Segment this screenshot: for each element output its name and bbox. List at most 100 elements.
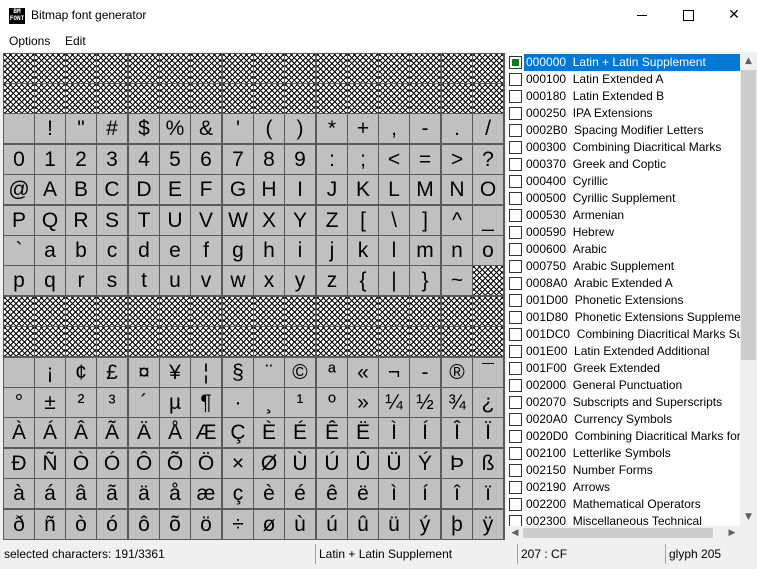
glyph-cell[interactable]: I — [285, 175, 315, 204]
glyph-cell[interactable] — [97, 84, 127, 113]
glyph-cell[interactable]: V — [191, 206, 221, 235]
subset-row[interactable]: 000180 Latin Extended B — [507, 88, 740, 105]
glyph-cell[interactable] — [348, 297, 378, 326]
glyph-cell[interactable]: w — [223, 266, 253, 295]
glyph-cell[interactable] — [379, 84, 409, 113]
glyph-cell[interactable] — [410, 297, 440, 326]
glyph-cell[interactable]: ï — [473, 479, 503, 508]
glyph-cell[interactable] — [4, 114, 34, 143]
glyph-cell[interactable]: ß — [473, 449, 503, 478]
glyph-cell[interactable]: F — [191, 175, 221, 204]
close-button[interactable]: ✕ — [711, 0, 757, 31]
glyph-cell[interactable]: Î — [442, 418, 472, 447]
glyph-cell[interactable]: \ — [379, 206, 409, 235]
glyph-cell[interactable]: 9 — [285, 145, 315, 174]
glyph-cell[interactable]: ã — [97, 479, 127, 508]
glyph-cell[interactable]: 4 — [129, 145, 159, 174]
horizontal-scrollbar[interactable]: ◀ ▶ — [507, 526, 740, 540]
subset-row[interactable]: 0020A0 Currency Symbols — [507, 411, 740, 428]
glyph-cell[interactable]: Ð — [4, 449, 34, 478]
glyph-cell[interactable]: § — [223, 358, 253, 387]
glyph-cell[interactable]: ¸ — [254, 388, 284, 417]
glyph-cell[interactable]: ê — [317, 479, 347, 508]
glyph-cell[interactable]: l — [379, 236, 409, 265]
subset-row[interactable]: 000500 Cyrillic Supplement — [507, 190, 740, 207]
glyph-cell[interactable] — [35, 54, 65, 83]
subset-row[interactable]: 001F00 Greek Extended — [507, 360, 740, 377]
glyph-cell[interactable]: ì — [379, 479, 409, 508]
glyph-cell[interactable]: ¶ — [191, 388, 221, 417]
glyph-cell[interactable]: t — [129, 266, 159, 295]
glyph-cell[interactable]: ö — [191, 510, 221, 539]
glyph-cell[interactable]: { — [348, 266, 378, 295]
glyph-cell[interactable]: - — [410, 358, 440, 387]
glyph-cell[interactable] — [442, 54, 472, 83]
subset-checkbox[interactable] — [509, 515, 522, 526]
glyph-cell[interactable]: Z — [317, 206, 347, 235]
glyph-cell[interactable]: 8 — [254, 145, 284, 174]
glyph-cell[interactable]: $ — [129, 114, 159, 143]
glyph-cell[interactable] — [285, 54, 315, 83]
glyph-cell[interactable]: n — [442, 236, 472, 265]
glyph-cell[interactable]: 3 — [97, 145, 127, 174]
glyph-cell[interactable]: Ó — [97, 449, 127, 478]
glyph-cell[interactable]: « — [348, 358, 378, 387]
subset-row[interactable]: 001DC0 Combining Diacritical Marks Suppl… — [507, 326, 740, 343]
subset-row[interactable]: 001E00 Latin Extended Additional — [507, 343, 740, 360]
glyph-cell[interactable]: E — [160, 175, 190, 204]
glyph-cell[interactable]: Ø — [254, 449, 284, 478]
subset-row[interactable]: 000590 Hebrew — [507, 224, 740, 241]
glyph-cell[interactable]: * — [317, 114, 347, 143]
glyph-cell[interactable] — [348, 327, 378, 356]
subset-checkbox[interactable] — [509, 430, 522, 443]
glyph-cell[interactable]: v — [191, 266, 221, 295]
glyph-cell[interactable]: Õ — [160, 449, 190, 478]
glyph-cell[interactable]: K — [348, 175, 378, 204]
glyph-cell[interactable]: ( — [254, 114, 284, 143]
glyph-cell[interactable]: D — [129, 175, 159, 204]
glyph-cell[interactable]: . — [442, 114, 472, 143]
glyph-cell[interactable]: ´ — [129, 388, 159, 417]
glyph-cell[interactable]: Â — [66, 418, 96, 447]
glyph-cell[interactable]: g — [223, 236, 253, 265]
subset-row[interactable]: 0008A0 Arabic Extended A — [507, 275, 740, 292]
glyph-cell[interactable]: % — [160, 114, 190, 143]
glyph-cell[interactable]: Y — [285, 206, 315, 235]
glyph-cell[interactable]: ; — [348, 145, 378, 174]
glyph-cell[interactable]: C — [97, 175, 127, 204]
glyph-cell[interactable]: ð — [4, 510, 34, 539]
glyph-cell[interactable]: & — [191, 114, 221, 143]
glyph-cell[interactable]: ½ — [410, 388, 440, 417]
glyph-cell[interactable]: j — [317, 236, 347, 265]
scroll-up-arrow-icon[interactable]: ▲ — [740, 53, 757, 70]
glyph-cell[interactable] — [317, 84, 347, 113]
glyph-cell[interactable]: U — [160, 206, 190, 235]
glyph-cell[interactable] — [254, 327, 284, 356]
glyph-cell[interactable]: í — [410, 479, 440, 508]
subset-row[interactable]: 000600 Arabic — [507, 241, 740, 258]
glyph-cell[interactable]: × — [223, 449, 253, 478]
glyph-cell[interactable]: # — [97, 114, 127, 143]
subset-row[interactable]: 002300 Miscellaneous Technical — [507, 513, 740, 526]
subset-row[interactable]: 002100 Letterlike Symbols — [507, 445, 740, 462]
glyph-cell[interactable] — [473, 327, 503, 356]
glyph-cell[interactable] — [254, 54, 284, 83]
glyph-cell[interactable] — [285, 297, 315, 326]
glyph-cell[interactable] — [35, 84, 65, 113]
glyph-cell[interactable] — [129, 297, 159, 326]
scroll-down-arrow-icon[interactable]: ▼ — [740, 509, 757, 526]
glyph-cell[interactable]: ® — [442, 358, 472, 387]
glyph-cell[interactable] — [473, 54, 503, 83]
glyph-cell[interactable] — [191, 84, 221, 113]
glyph-cell[interactable] — [4, 297, 34, 326]
glyph-cell[interactable]: ¤ — [129, 358, 159, 387]
glyph-cell[interactable]: ^ — [442, 206, 472, 235]
glyph-cell[interactable]: É — [285, 418, 315, 447]
glyph-cell[interactable]: ¬ — [379, 358, 409, 387]
glyph-cell[interactable] — [4, 358, 34, 387]
glyph-cell[interactable]: æ — [191, 479, 221, 508]
glyph-cell[interactable]: ³ — [97, 388, 127, 417]
glyph-cell[interactable] — [442, 297, 472, 326]
glyph-cell[interactable]: ~ — [442, 266, 472, 295]
glyph-cell[interactable]: ü — [379, 510, 409, 539]
